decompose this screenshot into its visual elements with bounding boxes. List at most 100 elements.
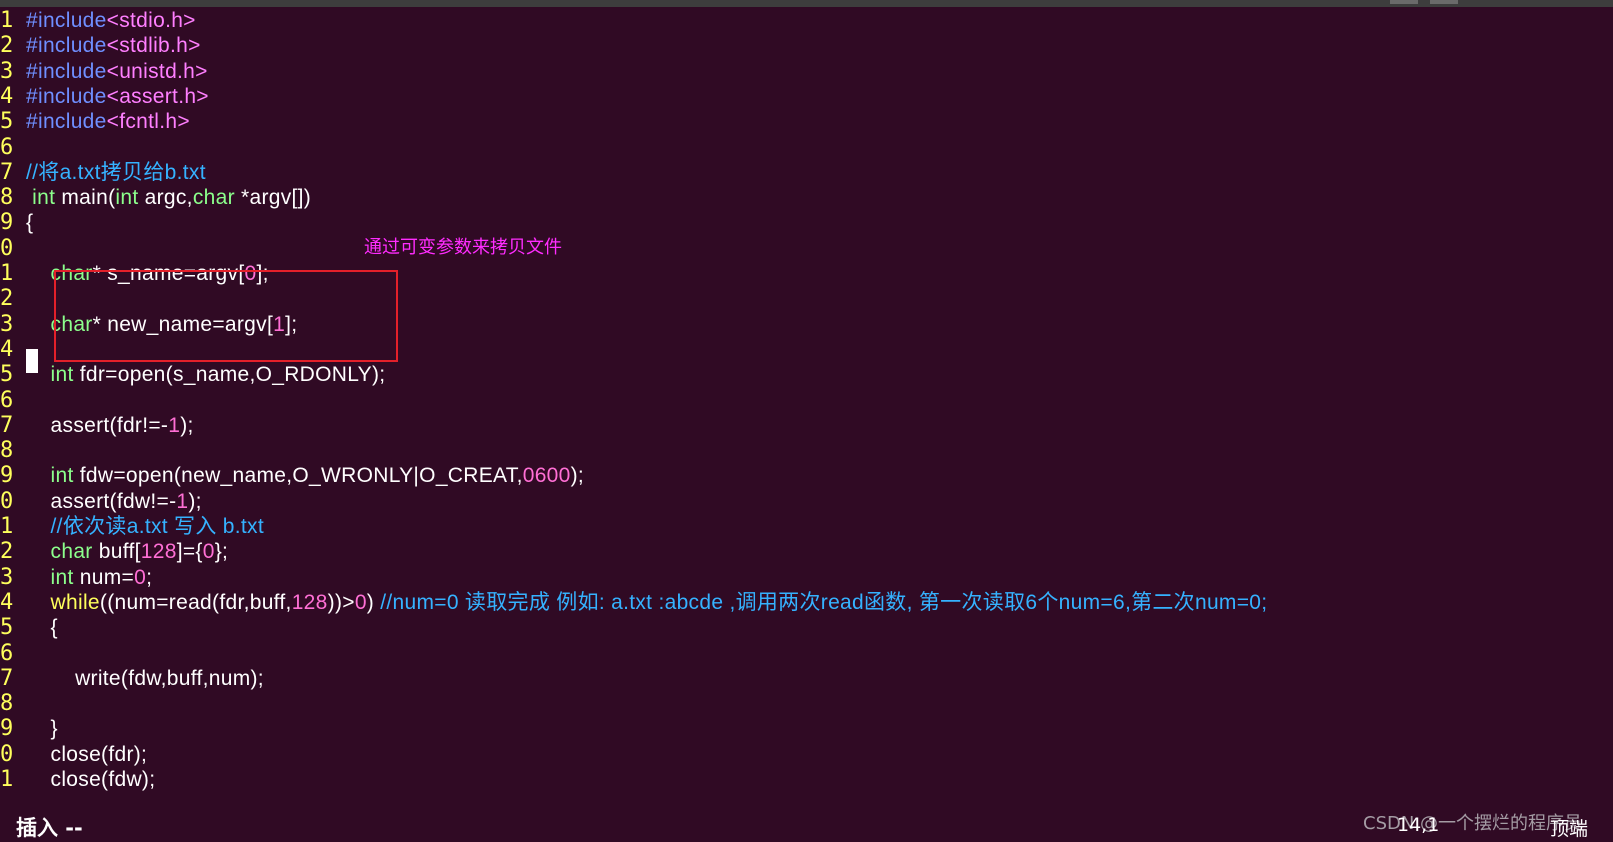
line-number: 1	[0, 8, 14, 33]
code-line[interactable]: 3 #include<unistd.h>	[0, 59, 1613, 85]
status-scroll-position: 顶端	[1550, 818, 1589, 840]
code-text: #include<fcntl.h>	[26, 109, 190, 135]
code-token: main(	[55, 186, 116, 210]
code-line[interactable]: 6	[0, 135, 1613, 161]
code-text: int num=0;	[26, 565, 152, 591]
code-token: <fcntl.h>	[106, 110, 190, 134]
code-token: buff[	[92, 540, 141, 564]
code-token: argc,	[138, 186, 193, 210]
code-line[interactable]: 9 int fdw=open(new_name,O_WRONLY|O_CREAT…	[0, 463, 1613, 489]
code-token: )	[366, 590, 381, 614]
code-line[interactable]: 2 char buff[128]={0};	[0, 539, 1613, 565]
code-token: while	[50, 590, 100, 614]
code-token: 0	[354, 590, 367, 614]
code-token: close(fdr);	[26, 742, 148, 766]
line-number: 5	[0, 615, 14, 641]
code-line[interactable]: 8	[0, 438, 1613, 464]
code-token: int	[50, 363, 74, 387]
highlight-box	[54, 270, 398, 362]
line-number: 2	[0, 33, 14, 59]
code-text: assert(fdw!=-1);	[26, 489, 202, 515]
code-line[interactable]: 0 assert(fdw!=-1);	[0, 489, 1613, 515]
line-number: 3	[0, 58, 14, 84]
window-control-minimize[interactable]	[1390, 0, 1418, 4]
code-text: #include<stdlib.h>	[26, 33, 201, 59]
code-line[interactable]: 2 #include<stdlib.h>	[0, 33, 1613, 59]
code-text: #include<unistd.h>	[26, 59, 208, 85]
line-number: 1	[0, 514, 14, 539]
code-token: <stdio.h>	[106, 9, 196, 32]
code-token: }	[26, 717, 58, 741]
line-number: 8	[0, 185, 14, 211]
code-text: #include<assert.h>	[26, 84, 209, 110]
code-line[interactable]: 0	[0, 236, 1613, 262]
code-token: assert(fdw!=-	[26, 489, 177, 513]
code-text: //将a.txt拷贝给b.txt	[26, 160, 206, 186]
line-number: 6	[0, 387, 14, 413]
code-token: close(fdw);	[26, 768, 156, 791]
code-line[interactable]: 9{	[0, 210, 1613, 236]
code-line[interactable]: 8 int main(int argc,char *argv[])	[0, 185, 1613, 211]
code-line[interactable]: 4 while((num=read(fdr,buff,128))>0) //nu…	[0, 590, 1613, 616]
code-line[interactable]: 6	[0, 388, 1613, 414]
code-token: #include	[26, 84, 107, 108]
line-number: 1	[0, 767, 14, 792]
code-token: char	[192, 186, 235, 210]
code-line[interactable]: 5 #include<fcntl.h>	[0, 109, 1613, 135]
code-token: <stdlib.h>	[106, 34, 201, 58]
line-number: 0	[0, 235, 14, 261]
code-token: 1	[176, 489, 189, 513]
code-line[interactable]: 1 #include<stdio.h>	[0, 8, 1613, 34]
line-number: 3	[0, 311, 14, 337]
code-line[interactable]: 3 int num=0;	[0, 565, 1613, 591]
code-line[interactable]: 7 assert(fdr!=-1);	[0, 413, 1613, 439]
line-number: 8	[0, 691, 14, 717]
code-token: #include	[26, 9, 107, 32]
text-cursor	[26, 349, 38, 373]
code-line[interactable]: 5 int fdr=open(s_name,O_RDONLY);	[0, 362, 1613, 388]
code-line[interactable]: 6	[0, 641, 1613, 667]
code-line[interactable]: 0 close(fdr);	[0, 742, 1613, 768]
code-token: ]={	[176, 540, 203, 564]
status-cursor-position: 14,1	[1397, 814, 1440, 836]
line-number: 9	[0, 210, 14, 236]
code-token: num=	[73, 565, 135, 589]
code-token: );	[188, 489, 202, 513]
annotation-text: 通过可变参数来拷贝文件	[364, 237, 562, 258]
code-text: {	[26, 615, 58, 641]
window-control-maximize[interactable]	[1430, 0, 1458, 4]
code-token: <assert.h>	[106, 84, 209, 108]
code-token: #include	[26, 34, 107, 58]
code-token: fdw=open(new_name,O_WRONLY|O_CREAT,	[73, 464, 523, 488]
code-token: );	[570, 464, 585, 488]
code-text: char buff[128]={0};	[26, 539, 228, 565]
line-number: 7	[0, 412, 14, 438]
code-line[interactable]: 1 //依次读a.txt 写入 b.txt	[0, 514, 1613, 540]
code-token: write(fdw,buff,num);	[26, 666, 264, 690]
code-line[interactable]: 5 {	[0, 615, 1613, 641]
code-line[interactable]: 4 #include<assert.h>	[0, 84, 1613, 110]
code-token: 0	[202, 540, 215, 564]
code-line[interactable]: 9 }	[0, 716, 1613, 742]
code-line[interactable]: 7 //将a.txt拷贝给b.txt	[0, 160, 1613, 186]
code-token: *argv[])	[234, 186, 312, 210]
code-text: }	[26, 716, 58, 742]
code-line[interactable]: 1 close(fdw);	[0, 767, 1613, 793]
code-text: write(fdw,buff,num);	[26, 666, 264, 692]
status-mode: 插入 --	[16, 816, 83, 840]
code-token: //num=0 读取完成 例如: a.txt :abcde ,调用两次read函…	[380, 590, 1268, 614]
code-token: #include	[26, 110, 107, 134]
line-number: 2	[0, 286, 14, 312]
code-line[interactable]: 8	[0, 691, 1613, 717]
code-token: //将a.txt拷贝给b.txt	[26, 160, 206, 184]
code-token: fdr=open(s_name,O_RDONLY);	[73, 363, 386, 387]
code-token: int	[32, 186, 56, 210]
line-number: 5	[0, 109, 14, 135]
code-token: ))>	[327, 590, 355, 614]
line-number: 4	[0, 83, 14, 109]
code-line[interactable]: 7 write(fdw,buff,num);	[0, 666, 1613, 692]
